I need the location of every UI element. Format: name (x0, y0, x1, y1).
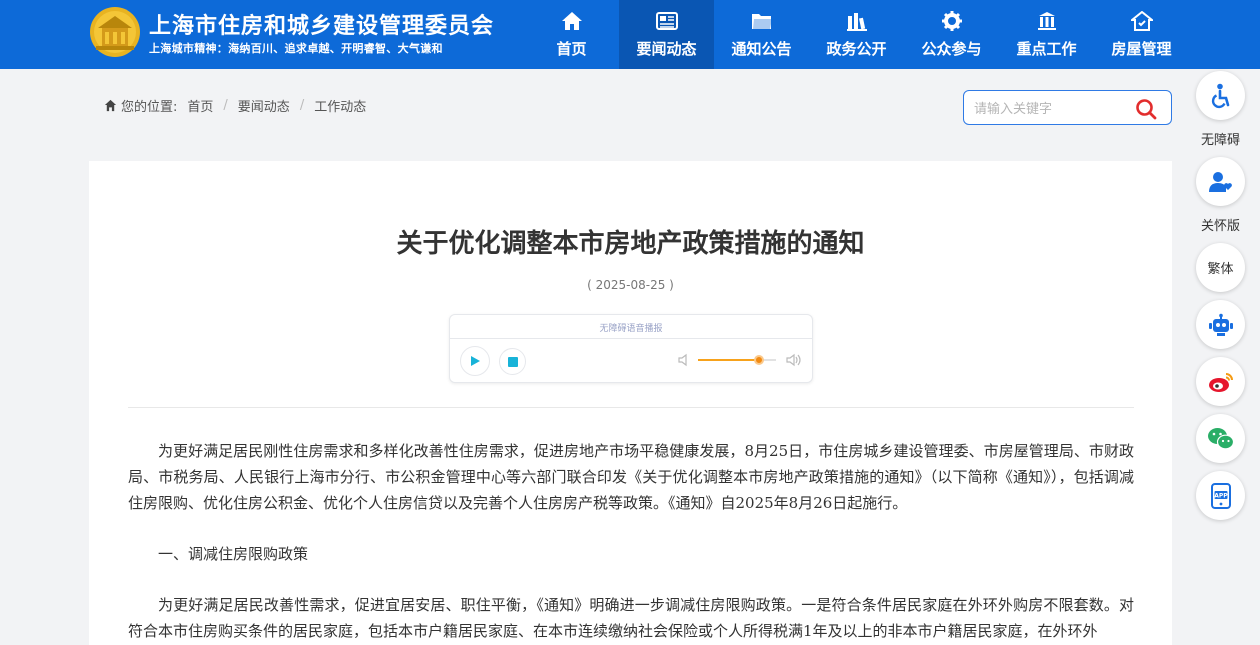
nav-label: 重点工作 (1016, 40, 1077, 58)
svg-text:APP: APP (1214, 492, 1228, 499)
care-mode-button[interactable] (1196, 157, 1245, 206)
breadcrumb: 您的位置: 首页 / 要闻动态 / 工作动态 (104, 96, 366, 115)
robot-icon (1208, 313, 1233, 336)
books-icon (846, 10, 868, 32)
folder-icon (751, 10, 773, 32)
main-nav: 首页 要闻动态 通知公告 政务公开 公众参与 重点工作 房屋管理 (524, 0, 1189, 69)
care-mode-icon (1208, 171, 1232, 192)
breadcrumb-news[interactable]: 要闻动态 (238, 96, 290, 115)
article-card: 关于优化调整本市房地产政策措施的通知 ( 2025-08-25 ) 无障碍语音播… (89, 161, 1172, 645)
nav-item-participation[interactable]: 公众参与 (904, 0, 999, 69)
article-paragraph: 为更好满足居民刚性住房需求和多样化改善性住房需求，促进房地产市场平稳健康发展，8… (128, 442, 1134, 512)
content-divider (128, 407, 1134, 408)
search-box (963, 90, 1172, 125)
site-slogan: 上海城市精神：海纳百川、追求卓越、开明睿智、大气谦和 (149, 42, 443, 55)
breadcrumb-work-news[interactable]: 工作动态 (314, 96, 366, 115)
article-paragraph: 为更好满足居民改善性需求，促进宜居安居、职住平衡，《通知》明确进一步调减住房限购… (128, 596, 1134, 640)
site-logo[interactable] (88, 6, 142, 58)
player-title: 无障碍语音播报 (599, 324, 663, 334)
app-icon: APP (1210, 482, 1231, 509)
traditional-chinese-button[interactable]: 繁体 (1196, 243, 1245, 292)
play-button[interactable] (460, 346, 490, 376)
stop-button[interactable] (499, 348, 526, 375)
home-icon (561, 10, 583, 32)
nav-label: 通知公告 (731, 40, 792, 58)
nav-item-key-work[interactable]: 重点工作 (999, 0, 1094, 69)
volume-fill (698, 359, 759, 361)
nav-item-housing[interactable]: 房屋管理 (1094, 0, 1189, 69)
accessibility-button[interactable] (1196, 71, 1245, 120)
nav-label: 首页 (556, 40, 587, 58)
nav-label: 政务公开 (826, 40, 887, 58)
volume-slider[interactable] (698, 355, 776, 365)
site-title: 上海市住房和城乡建设管理委员会 (149, 14, 495, 39)
nav-item-home[interactable]: 首页 (524, 0, 619, 69)
article-section-heading: 一、调减住房限购政策 (158, 545, 309, 563)
breadcrumb-separator: / (223, 98, 228, 113)
breadcrumb-home[interactable]: 首页 (187, 96, 213, 115)
site-header: 上海市住房和城乡建设管理委员会 上海城市精神：海纳百川、追求卓越、开明睿智、大气… (0, 0, 1260, 69)
gear-icon (941, 10, 963, 32)
building-icon (1036, 10, 1058, 32)
chatbot-button[interactable] (1196, 300, 1245, 349)
traditional-chinese-label: 繁体 (1207, 262, 1234, 277)
house-icon (1130, 10, 1153, 32)
nav-item-government[interactable]: 政务公开 (809, 0, 904, 69)
home-icon (104, 99, 117, 112)
care-mode-label: 关怀版 (1200, 219, 1240, 234)
volume-high-icon (786, 353, 801, 367)
article-date: ( 2025-08-25 ) (587, 278, 674, 292)
audio-player: 无障碍语音播报 (449, 314, 813, 383)
player-divider (450, 338, 812, 339)
breadcrumb-separator: / (299, 98, 305, 113)
article-title: 关于优化调整本市房地产政策措施的通知 (396, 229, 865, 259)
app-button[interactable]: APP (1196, 471, 1245, 520)
weibo-icon (1208, 372, 1233, 392)
nav-label: 要闻动态 (636, 40, 697, 58)
wechat-icon (1207, 427, 1234, 449)
search-icon[interactable] (1135, 98, 1157, 120)
nav-label: 公众参与 (921, 40, 982, 58)
play-icon (471, 356, 480, 366)
accessibility-icon (1211, 83, 1229, 108)
breadcrumb-prefix: 您的位置: (121, 100, 178, 115)
weibo-button[interactable] (1196, 357, 1245, 406)
nav-item-news[interactable]: 要闻动态 (619, 0, 714, 69)
volume-handle[interactable] (754, 355, 764, 365)
search-input[interactable] (974, 98, 1124, 118)
news-icon (655, 10, 678, 32)
nav-label: 房屋管理 (1111, 40, 1172, 58)
accessibility-label: 无障碍 (1200, 133, 1240, 148)
wechat-button[interactable] (1196, 414, 1245, 463)
nav-item-notices[interactable]: 通知公告 (714, 0, 809, 69)
stop-icon (507, 356, 518, 367)
volume-low-icon (678, 353, 687, 367)
